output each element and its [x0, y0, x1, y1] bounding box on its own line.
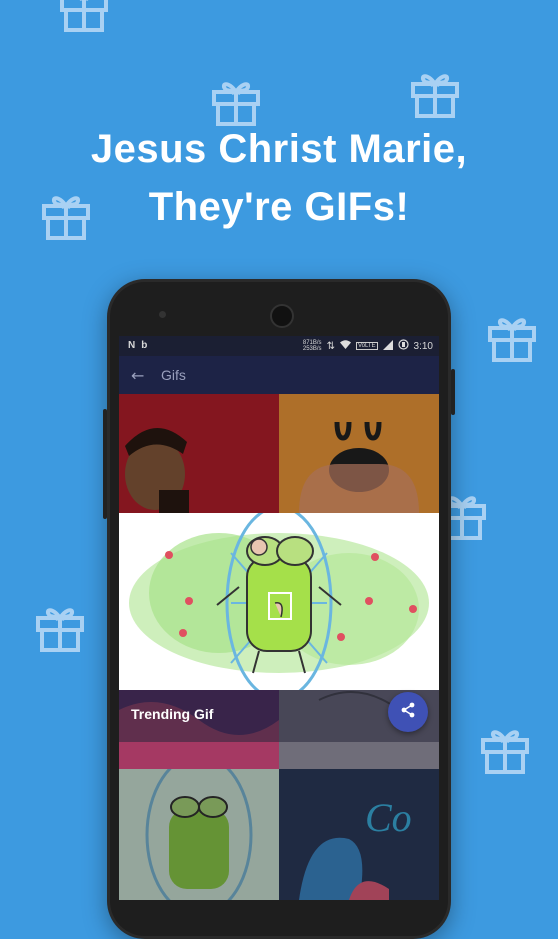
gift-icon: [208, 72, 264, 128]
notification-b-icon: b: [141, 340, 148, 351]
featured-gif-caption: Trending Gif: [131, 706, 214, 722]
battery-icon: [397, 339, 409, 353]
gif-thumbnail[interactable]: Co: [279, 769, 439, 900]
earpiece-speaker: [270, 304, 294, 328]
network-speed: 871B/s 253B/s: [302, 340, 322, 352]
data-arrows-icon: ⇅: [326, 340, 335, 352]
app-bar: ← Gifs: [119, 356, 439, 394]
wifi-icon: [339, 340, 351, 352]
headline-line-1: Jesus Christ Marie,: [90, 127, 468, 171]
gift-icon: [407, 64, 463, 120]
gift-icon: [477, 720, 533, 776]
status-bar: N b 871B/s 253B/s ⇅ VoLTE 3:10: [119, 336, 439, 356]
app-bar-title: Gifs: [161, 367, 186, 383]
share-icon: [400, 702, 416, 722]
arrow-left-icon[interactable]: ←: [131, 366, 151, 385]
notification-n-icon: N: [128, 340, 136, 351]
share-button[interactable]: [388, 692, 428, 732]
signal-icon: [382, 339, 393, 353]
gif-thumbnail[interactable]: [279, 394, 439, 513]
gift-icon: [484, 308, 540, 364]
gift-icon: [56, 0, 112, 34]
phone-screen: N b 871B/s 253B/s ⇅ VoLTE 3:10 ← Gifs Co…: [119, 336, 439, 900]
gif-thumbnail[interactable]: [119, 769, 279, 900]
power-button: [451, 369, 455, 415]
volte-badge: VoLTE: [355, 342, 378, 350]
front-camera: [159, 311, 166, 318]
status-time: 3:10: [413, 340, 433, 352]
gift-icon: [32, 598, 88, 654]
featured-gif[interactable]: [119, 513, 439, 690]
volume-button: [103, 409, 107, 519]
gift-icon: [38, 186, 94, 242]
gif-thumbnail[interactable]: [119, 394, 279, 513]
